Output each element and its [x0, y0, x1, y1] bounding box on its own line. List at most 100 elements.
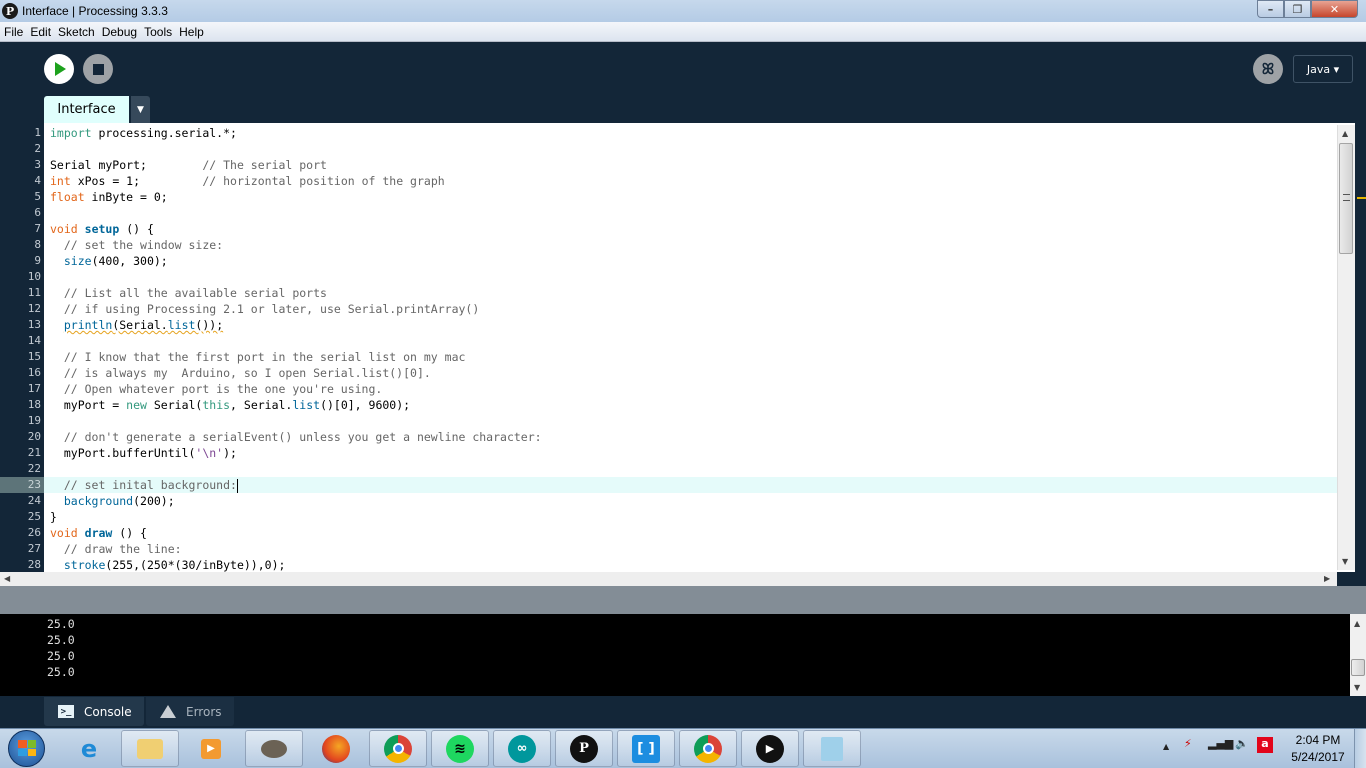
power-icon[interactable]: ⚡	[1184, 737, 1192, 750]
scroll-right-arrow-icon[interactable]: ▶	[1324, 574, 1330, 583]
close-button[interactable]: ✕	[1311, 0, 1358, 18]
code-token: void	[50, 222, 78, 236]
code-line[interactable]: 14	[0, 333, 1337, 349]
line-number: 17	[27, 382, 41, 395]
code-line[interactable]: 18 myPort = new Serial(this, Serial.list…	[0, 397, 1337, 413]
code-editor[interactable]: 1 import processing.serial.*; 2 3 Serial myP…	[0, 123, 1355, 572]
code-line[interactable]: 21 myPort.bufferUntil('\n');	[0, 445, 1337, 461]
code-token: myPort.bufferUntil(	[50, 446, 196, 460]
taskbar-chrome-2[interactable]	[679, 730, 737, 767]
code-token: setup	[84, 222, 120, 236]
taskbar-chrome[interactable]	[369, 730, 427, 767]
triangle-down-icon: ▼	[137, 104, 144, 115]
scroll-up-arrow-icon[interactable]: ▲	[1354, 619, 1360, 628]
taskbar-explorer[interactable]	[121, 730, 179, 767]
code-line[interactable]: 8 // set the window size:	[0, 237, 1337, 253]
editor-horizontal-scrollbar[interactable]: ◀ ▶	[0, 572, 1337, 586]
code-line[interactable]: 25}	[0, 509, 1337, 525]
stop-button[interactable]	[83, 54, 113, 84]
code-token: (200);	[133, 494, 175, 508]
code-line[interactable]: 11 // List all the available serial port…	[0, 285, 1337, 301]
code-line[interactable]: 23 // set inital background:	[0, 477, 1337, 493]
code-line[interactable]: 19	[0, 413, 1337, 429]
code-line[interactable]: 3 Serial myPort; // The serial port	[0, 157, 1337, 173]
code-line[interactable]: 28 stroke(255,(250*(30/inByte)),0);	[0, 557, 1337, 572]
stop-icon	[92, 63, 104, 75]
line-number: 22	[27, 462, 41, 475]
maximize-button[interactable]: ❐	[1284, 0, 1311, 18]
taskbar-ie[interactable]: e	[60, 730, 118, 767]
taskbar-notepad[interactable]	[803, 730, 861, 767]
code-line[interactable]: 4 int xPos = 1; // horizontal position of…	[0, 173, 1337, 189]
minimize-button[interactable]: –	[1257, 0, 1284, 18]
antivirus-icon[interactable]: a	[1257, 737, 1273, 753]
network-signal-icon[interactable]: ▂▄▆	[1208, 737, 1233, 750]
error-marker[interactable]	[1357, 197, 1366, 199]
line-number: 10	[27, 270, 41, 283]
code-line[interactable]: 15 // I know that the first port in the …	[0, 349, 1337, 365]
menu-sketch[interactable]: Sketch	[58, 25, 95, 39]
code-line[interactable]: 10	[0, 269, 1337, 285]
run-button[interactable]	[44, 54, 74, 84]
taskbar-spotify[interactable]: ≋	[431, 730, 489, 767]
volume-icon[interactable]: 🔈	[1235, 737, 1249, 750]
console-scroll-thumb[interactable]	[1351, 659, 1365, 676]
taskbar-processing[interactable]: P	[555, 730, 613, 767]
taskbar-media-app[interactable]: ▶	[741, 730, 799, 767]
scroll-down-arrow-icon[interactable]: ▼	[1354, 683, 1360, 692]
taskbar-firefox[interactable]	[307, 730, 365, 767]
console-tab[interactable]: >_ Console	[44, 697, 144, 726]
code-text: Serial myPort; // The serial port	[50, 157, 327, 173]
code-line[interactable]: 27 // draw the line:	[0, 541, 1337, 557]
line-number: 11	[27, 286, 41, 299]
menu-debug[interactable]: Debug	[102, 25, 137, 39]
window-controls: – ❐ ✕	[1257, 0, 1358, 18]
code-line[interactable]: 13 println(Serial.list());	[0, 317, 1337, 333]
tab-interface[interactable]: Interface	[44, 96, 129, 123]
title-bar: P Interface | Processing 3.3.3 – ❐ ✕	[0, 0, 1366, 22]
code-line[interactable]: 6	[0, 205, 1337, 221]
taskbar-arduino[interactable]: ∞	[493, 730, 551, 767]
debugger-button[interactable]: ꕤ	[1253, 54, 1283, 84]
code-token: // I know that the first port in the ser…	[50, 350, 466, 364]
code-line[interactable]: 26 void draw () {	[0, 525, 1337, 541]
show-desktop-button[interactable]	[1354, 729, 1366, 768]
code-line[interactable]: 2	[0, 141, 1337, 157]
code-text: // set the window size:	[50, 237, 223, 253]
menu-file[interactable]: File	[4, 25, 23, 39]
tab-menu-button[interactable]: ▼	[131, 96, 150, 123]
code-text: // set inital background:	[50, 477, 238, 493]
mode-selector[interactable]: Java ▾	[1293, 55, 1353, 83]
menu-help[interactable]: Help	[179, 25, 204, 39]
code-line[interactable]: 7 void setup () {	[0, 221, 1337, 237]
taskbar-gimp[interactable]	[245, 730, 303, 767]
errors-tab[interactable]: Errors	[146, 697, 234, 726]
code-line[interactable]: 12 // if using Processing 2.1 or later, …	[0, 301, 1337, 317]
code-token: background	[63, 494, 134, 508]
code-line[interactable]: 1 import processing.serial.*;	[0, 125, 1337, 141]
code-text: import processing.serial.*;	[50, 125, 237, 141]
code-line[interactable]: 5 float inByte = 0;	[0, 189, 1337, 205]
show-hidden-icons-icon[interactable]: ▲	[1163, 742, 1169, 751]
menu-tools[interactable]: Tools	[144, 25, 172, 39]
code-line[interactable]: 22	[0, 461, 1337, 477]
code-token: list	[167, 318, 196, 332]
scroll-down-arrow-icon[interactable]: ▼	[1342, 557, 1348, 566]
code-line[interactable]: 20 // don't generate a serialEvent() unl…	[0, 429, 1337, 445]
console-scrollbar[interactable]: ▲ ▼	[1350, 614, 1366, 696]
system-clock[interactable]: 2:04 PM 5/24/2017	[1280, 732, 1356, 766]
scroll-left-arrow-icon[interactable]: ◀	[4, 574, 10, 583]
taskbar-brackets[interactable]: [ ]	[617, 730, 675, 767]
code-line[interactable]: 16 // is always my Arduino, so I open Se…	[0, 365, 1337, 381]
code-line[interactable]: 24 background(200);	[0, 493, 1337, 509]
console-output[interactable]: 25.0 25.0 25.0 25.0	[0, 614, 1350, 696]
taskbar-media-player[interactable]: ▶	[182, 730, 240, 767]
code-text: // I know that the first port in the ser…	[50, 349, 466, 365]
code-line[interactable]: 17 // Open whatever port is the one you'…	[0, 381, 1337, 397]
scroll-up-arrow-icon[interactable]: ▲	[1342, 129, 1348, 138]
menu-edit[interactable]: Edit	[30, 25, 51, 39]
line-number: 20	[27, 430, 41, 443]
line-number: 6	[34, 206, 41, 219]
code-line[interactable]: 9 size(400, 300);	[0, 253, 1337, 269]
